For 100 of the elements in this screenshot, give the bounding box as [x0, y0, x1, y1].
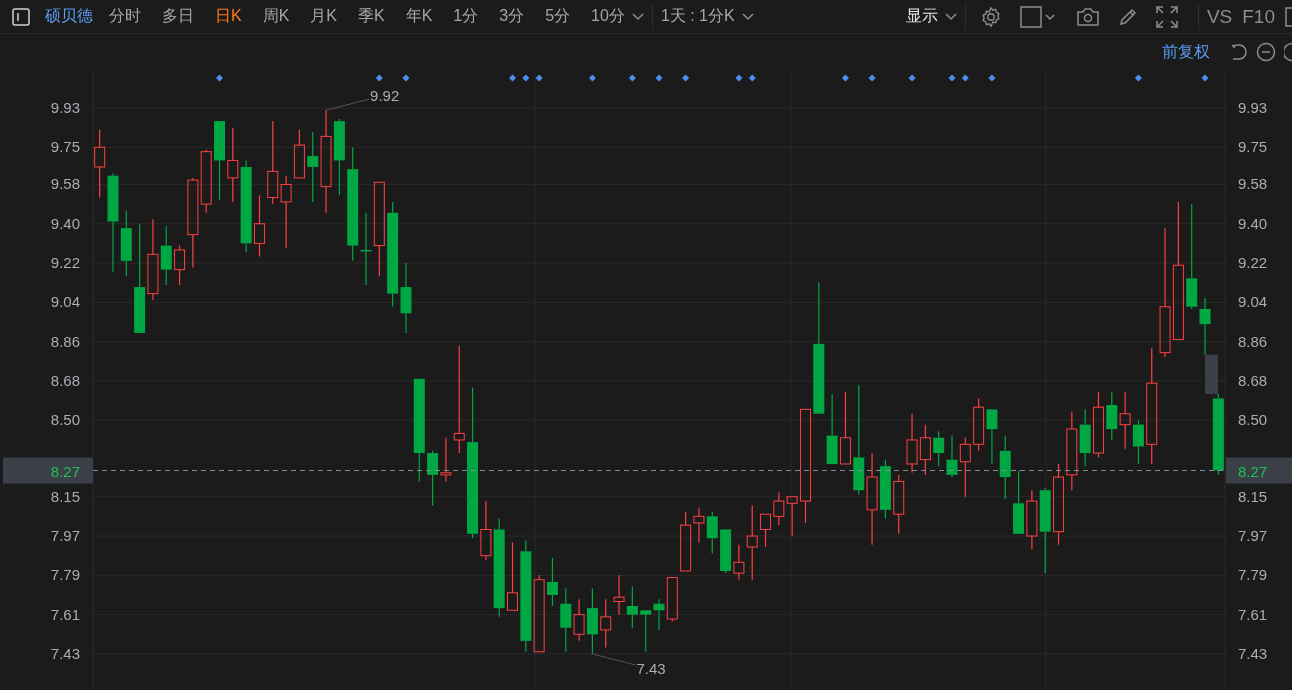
axis-label: 8.68 [1238, 372, 1268, 389]
period-tab[interactable]: 10分 [591, 6, 625, 27]
diamond-marker-icon[interactable] [988, 74, 996, 82]
candlestick [760, 513, 772, 548]
diamond-marker-icon[interactable] [655, 74, 663, 82]
adjust-mode-link[interactable]: 前复权 [1162, 41, 1210, 63]
period-tab[interactable]: 年K [405, 6, 433, 27]
axis-label: 9.22 [1238, 254, 1268, 272]
diamond-marker-icon[interactable] [1201, 74, 1209, 82]
candlestick [427, 450, 439, 507]
period-tab[interactable]: 月K [310, 6, 337, 27]
axis-label: 9.93 [1238, 99, 1268, 116]
axis-label: 9.40 [1238, 214, 1268, 232]
axis-label: 9.58 [1238, 175, 1268, 193]
diamond-marker-icon[interactable] [509, 74, 516, 82]
axis-label: 7.97 [1238, 527, 1268, 545]
period-tab[interactable]: 日K [215, 6, 242, 27]
fullscreen-icon[interactable] [1155, 5, 1178, 28]
camera-icon[interactable] [1075, 6, 1100, 27]
axis-label: 8.86 [1238, 332, 1268, 350]
diamond-marker-icon[interactable] [588, 74, 596, 82]
axis-label: 7.43 [50, 644, 80, 662]
diamond-marker-icon[interactable] [682, 74, 690, 82]
candlestick [720, 528, 732, 574]
axis-label: 9.04 [50, 293, 80, 311]
axis-label: 8.15 [1238, 487, 1268, 505]
candlestick [666, 576, 678, 622]
axis-label: 7.61 [1238, 605, 1268, 623]
period-tab[interactable]: 周K [262, 6, 290, 27]
diamond-marker-icon[interactable] [841, 74, 849, 82]
diamond-marker-icon[interactable] [868, 74, 876, 82]
price-tag: 8.27 [1226, 457, 1292, 484]
period-tab[interactable]: 3分 [499, 6, 525, 27]
stock-name: 硕贝德 [45, 6, 93, 26]
diamond-marker-icon[interactable] [735, 74, 743, 82]
diamond-marker-icon[interactable] [908, 74, 916, 82]
axis-label: 9.22 [50, 254, 80, 272]
axis-label: 9.75 [1238, 138, 1268, 156]
diamond-marker-icon[interactable] [1134, 74, 1142, 82]
pencil-icon[interactable] [1117, 6, 1138, 27]
axis-label: 7.79 [1238, 566, 1268, 584]
zoom-out-icon[interactable] [1256, 42, 1276, 62]
candlestick [786, 496, 798, 537]
extreme-price-label: 9.92 [370, 87, 400, 105]
undo-icon[interactable] [1230, 42, 1248, 62]
period-tab[interactable]: 季K [358, 6, 385, 27]
zoom-in-icon[interactable] [1284, 42, 1292, 62]
candlestick [773, 491, 785, 526]
diamond-marker-icon[interactable] [375, 74, 383, 82]
period-tab[interactable]: 1分 [453, 6, 479, 27]
candlestick [933, 430, 945, 467]
period-tab[interactable]: 多日 [162, 6, 194, 27]
diamond-marker-icon[interactable] [535, 74, 543, 82]
candlestick [986, 408, 998, 465]
diamond-marker-icon[interactable] [522, 74, 530, 82]
display-dropdown[interactable]: 显示 [905, 6, 938, 27]
axis-label: 9.58 [50, 175, 80, 193]
axis-label: 9.04 [1238, 293, 1268, 311]
candlestick [999, 434, 1011, 500]
f10-button[interactable]: F10 [1242, 5, 1275, 28]
candlestick [640, 609, 652, 653]
chevron-down-icon[interactable] [944, 12, 957, 21]
period-tab[interactable]: 分时 [109, 6, 141, 27]
period-tab[interactable]: 5分 [545, 6, 571, 27]
settings-icon[interactable] [979, 5, 1002, 28]
axis-label: 7.43 [1238, 644, 1268, 662]
candlestick [200, 148, 212, 214]
diamond-marker-icon[interactable] [948, 74, 956, 82]
diamond-marker-icon[interactable] [402, 74, 410, 82]
ref-line-label: 8.27 [1238, 462, 1268, 480]
axis-label: 7.97 [50, 527, 80, 545]
axis-label: 8.50 [1238, 411, 1268, 429]
candlestick [1026, 489, 1038, 550]
axis-label: 9.75 [50, 138, 80, 156]
candlestick [919, 424, 931, 476]
candlestick [160, 225, 172, 286]
chevron-down-icon[interactable] [631, 12, 644, 21]
candlestick [600, 598, 612, 648]
axis-label: 8.50 [50, 411, 80, 429]
axis-label: 9.93 [50, 99, 80, 116]
diamond-marker-icon[interactable] [216, 74, 223, 82]
candlestick [1013, 469, 1025, 535]
candlestick [613, 574, 625, 616]
candlestick [1079, 408, 1091, 467]
compare-button[interactable]: VS [1206, 5, 1233, 28]
axis-label: 9.40 [50, 214, 80, 232]
candlestick [893, 474, 905, 535]
candlestick [507, 542, 518, 611]
gap-block [1205, 354, 1218, 395]
square-dropdown-icon[interactable] [1019, 5, 1058, 28]
diamond-marker-icon[interactable] [961, 74, 969, 82]
candlestick [1119, 391, 1131, 450]
chevron-down-icon[interactable] [741, 12, 754, 21]
diamond-marker-icon[interactable] [628, 74, 636, 82]
price-tag: 8.27 [3, 457, 93, 484]
candlestick [946, 434, 958, 478]
diamond-marker-icon[interactable] [748, 74, 756, 82]
extreme-price-label: 7.43 [636, 659, 666, 677]
panel-toggle-icon[interactable] [12, 7, 30, 26]
interval-dropdown[interactable]: 1天 : 1分K [660, 6, 735, 27]
